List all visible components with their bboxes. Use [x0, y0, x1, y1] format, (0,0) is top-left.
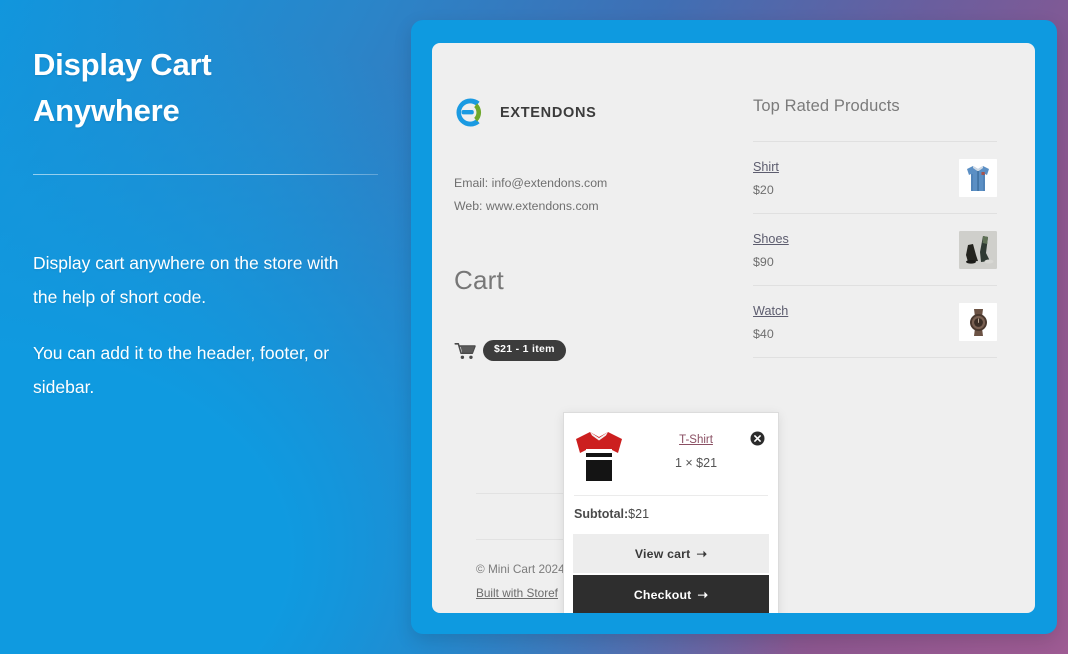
- page-title: Display Cart Anywhere: [33, 42, 363, 134]
- preview-frame: EXTENDONS Email: info@extendons.com Web:…: [411, 20, 1057, 634]
- subtotal-label: Subtotal:: [574, 507, 629, 521]
- mini-cart-item-quantity: 1 × $21: [674, 456, 718, 470]
- mini-cart-line-item: T-Shirt 1 × $21: [564, 413, 778, 495]
- tshirt-thumbnail-icon: [572, 427, 626, 485]
- product-price: $40: [753, 326, 774, 341]
- mini-cart-item-title[interactable]: T-Shirt: [626, 434, 766, 446]
- table-row[interactable]: Watch $40: [753, 286, 997, 358]
- promo-left-panel: Display Cart Anywhere Display cart anywh…: [0, 0, 410, 654]
- contact-web: Web: www.extendons.com: [454, 198, 599, 213]
- brand-header: EXTENDONS: [454, 96, 724, 129]
- view-cart-button[interactable]: View cart ➝: [573, 534, 769, 573]
- page-title-line-2: Anywhere: [33, 92, 180, 128]
- mini-cart-trigger[interactable]: $21 - 1 item: [454, 340, 724, 361]
- promo-paragraph-2: You can add it to the header, footer, or…: [33, 342, 330, 397]
- view-cart-label: View cart: [634, 547, 691, 561]
- title-divider: [33, 173, 378, 175]
- contact-email: Email: info@extendons.com: [454, 176, 608, 190]
- page-title-line-1: Display Cart: [33, 47, 212, 82]
- promo-description: Display cart anywhere on the store with …: [33, 247, 353, 405]
- extendons-logo-icon: [456, 98, 482, 127]
- checkout-button[interactable]: Checkout ➝: [573, 575, 769, 613]
- checkout-label: Checkout: [633, 588, 692, 602]
- watch-thumbnail-icon: [959, 303, 997, 341]
- top-rated-products-panel: Top Rated Products Shirt $20 Shoes $90 W…: [753, 96, 997, 613]
- shirt-thumbnail-icon: [959, 159, 997, 197]
- product-price: $90: [753, 254, 774, 269]
- arrow-right-icon: ➝: [697, 588, 709, 602]
- footer-copyright: © Mini Cart 2024: [476, 562, 565, 576]
- subtotal-value: $21: [628, 507, 650, 521]
- promo-paragraph-1: Display cart anywhere on the store with …: [33, 252, 339, 307]
- close-circle-icon[interactable]: [750, 431, 765, 446]
- top-rated-products-title: Top Rated Products: [753, 97, 900, 115]
- footer-built-with-link[interactable]: Built with Storef: [476, 586, 558, 600]
- store-contact-info: Email: info@extendons.com Web: www.exten…: [454, 172, 724, 217]
- table-row[interactable]: Shirt $20: [753, 142, 997, 214]
- product-name-link[interactable]: Shirt: [753, 160, 779, 174]
- arrow-right-icon: ➝: [696, 547, 708, 561]
- shopping-cart-icon: [454, 342, 476, 359]
- storefront-card: EXTENDONS Email: info@extendons.com Web:…: [432, 43, 1035, 613]
- store-footer: © Mini Cart 2024 Built with Storef: [476, 558, 565, 605]
- mini-cart-subtotal: Subtotal:$21: [564, 496, 778, 534]
- table-row[interactable]: Shoes $90: [753, 214, 997, 286]
- cart-section-heading: Cart: [454, 265, 504, 296]
- product-name-link[interactable]: Watch: [753, 304, 788, 318]
- mini-cart-dropdown: T-Shirt 1 × $21 Subtotal:$21 View cart ➝: [563, 412, 779, 613]
- product-price: $20: [753, 182, 774, 197]
- shoes-thumbnail-icon: [959, 231, 997, 269]
- mini-cart-item-info: T-Shirt 1 × $21: [626, 427, 766, 470]
- product-name-link[interactable]: Shoes: [753, 232, 789, 246]
- cart-total-badge: $21 - 1 item: [483, 340, 566, 361]
- brand-name: EXTENDONS: [500, 104, 597, 121]
